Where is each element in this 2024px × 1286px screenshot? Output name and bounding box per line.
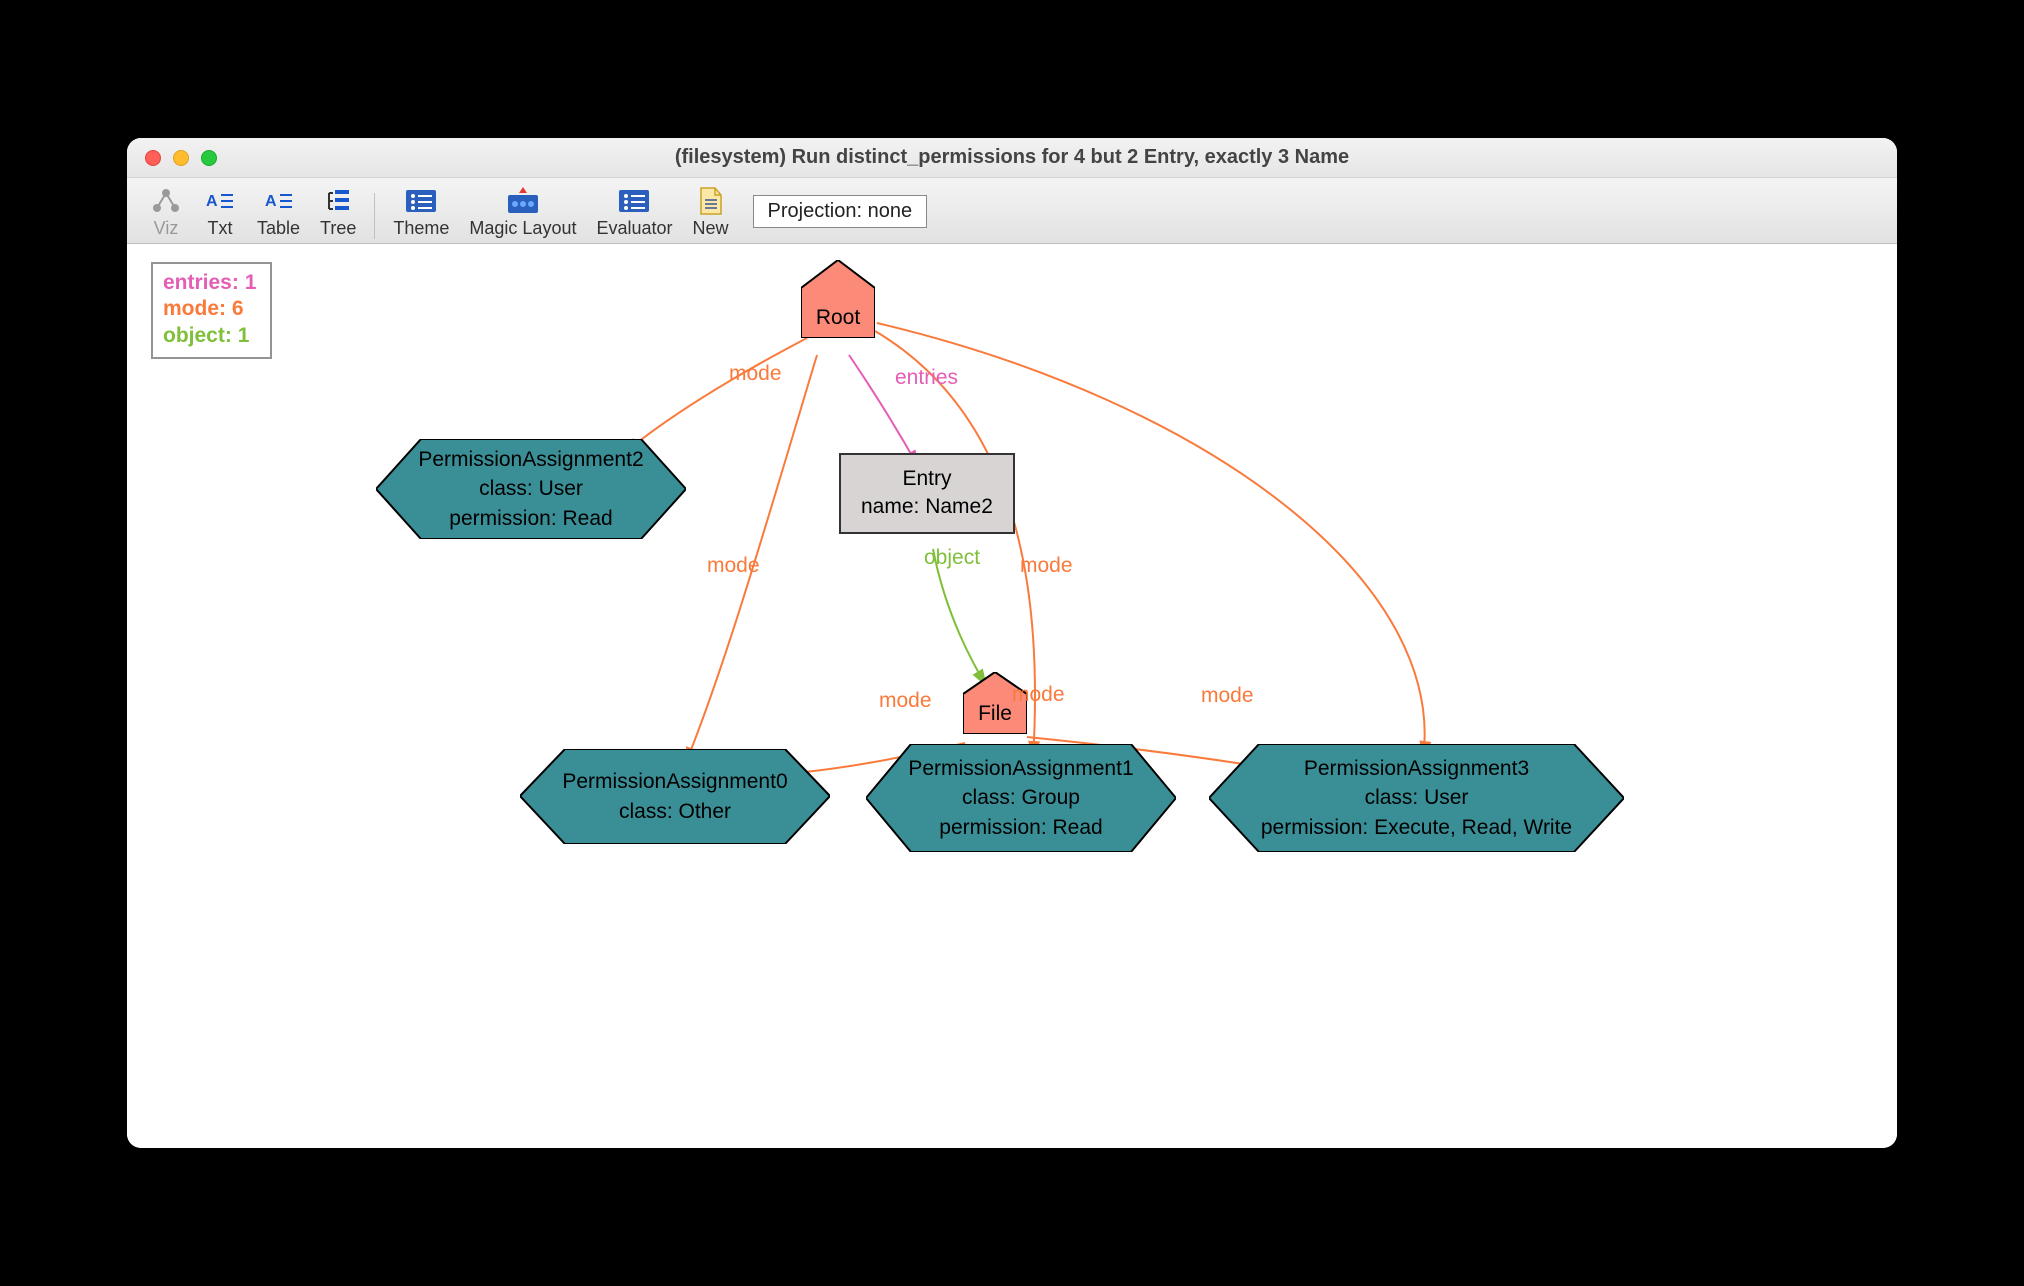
new-icon: [694, 186, 728, 216]
app-window: (filesystem) Run distinct_permissions fo…: [127, 138, 1897, 1148]
toolbar-separator: [374, 193, 375, 239]
legend-entry-mode: mode: 6: [163, 296, 256, 322]
node-line: name: Name2: [861, 493, 993, 521]
node-line: PermissionAssignment2: [418, 445, 643, 474]
theme-icon: [404, 186, 438, 216]
view-viz-button[interactable]: Viz: [139, 184, 193, 239]
toolbar: Viz A Txt A Table Tree Theme: [127, 178, 1897, 244]
legend-box: entries: 1 mode: 6 object: 1: [151, 262, 272, 359]
window-zoom-button[interactable]: [201, 150, 217, 166]
traffic-lights: [145, 150, 217, 166]
node-line: permission: Read: [418, 504, 643, 533]
node-line: class: Group: [908, 783, 1133, 812]
view-txt-button[interactable]: A Txt: [193, 184, 247, 239]
edge-label-object: object: [924, 546, 980, 570]
evaluator-button[interactable]: Evaluator: [586, 184, 682, 239]
graph-canvas[interactable]: entries: 1 mode: 6 object: 1: [127, 244, 1897, 1148]
toolbar-label: Evaluator: [596, 218, 672, 239]
toolbar-label: Table: [257, 218, 300, 239]
node-line: PermissionAssignment1: [908, 754, 1133, 783]
table-icon: A: [262, 186, 296, 216]
edge-label-mode: mode: [1020, 554, 1073, 578]
projection-selector[interactable]: Projection: none: [753, 195, 928, 228]
edge-label-mode: mode: [1201, 684, 1254, 708]
toolbar-label: Tree: [320, 218, 356, 239]
edge-label-mode: mode: [707, 554, 760, 578]
node-line: PermissionAssignment3: [1261, 754, 1572, 783]
node-entry[interactable]: Entry name: Name2: [839, 453, 1015, 534]
edge-label-mode: mode: [879, 689, 932, 713]
node-root[interactable]: Root: [801, 260, 875, 338]
node-line: class: User: [1261, 783, 1572, 812]
node-line: permission: Read: [908, 813, 1133, 842]
toolbar-label: Txt: [208, 218, 233, 239]
titlebar: (filesystem) Run distinct_permissions fo…: [127, 138, 1897, 178]
viz-icon: [149, 186, 183, 216]
node-line: class: Other: [562, 797, 787, 826]
node-permission-assignment-2[interactable]: PermissionAssignment2 class: User permis…: [376, 439, 686, 539]
edge-label-mode: mode: [729, 362, 782, 386]
node-label: File: [978, 702, 1012, 726]
toolbar-label: New: [693, 218, 729, 239]
txt-icon: A: [203, 186, 237, 216]
svg-text:A: A: [206, 193, 218, 210]
node-line: permission: Execute, Read, Write: [1261, 813, 1572, 842]
tree-icon: [321, 186, 355, 216]
edge-label-entries: entries: [895, 366, 958, 390]
evaluator-icon: [617, 186, 651, 216]
toolbar-label: Theme: [393, 218, 449, 239]
view-tree-button[interactable]: Tree: [310, 184, 366, 239]
new-button[interactable]: New: [683, 184, 739, 239]
node-line: PermissionAssignment0: [562, 767, 787, 796]
svg-text:A: A: [265, 193, 277, 210]
node-permission-assignment-3[interactable]: PermissionAssignment3 class: User permis…: [1209, 744, 1624, 852]
legend-entry-object: object: 1: [163, 323, 256, 349]
node-permission-assignment-0[interactable]: PermissionAssignment0 class: Other: [520, 749, 830, 844]
node-label: Root: [816, 306, 860, 330]
node-line: Entry: [861, 465, 993, 493]
node-line: class: User: [418, 474, 643, 503]
toolbar-label: Magic Layout: [469, 218, 576, 239]
window-title: (filesystem) Run distinct_permissions fo…: [675, 146, 1349, 169]
theme-button[interactable]: Theme: [383, 184, 459, 239]
window-minimize-button[interactable]: [173, 150, 189, 166]
magic-layout-button[interactable]: Magic Layout: [459, 184, 586, 239]
toolbar-label: Viz: [154, 218, 179, 239]
legend-entry-entries: entries: 1: [163, 270, 256, 296]
window-close-button[interactable]: [145, 150, 161, 166]
node-permission-assignment-1[interactable]: PermissionAssignment1 class: Group permi…: [866, 744, 1176, 852]
magic-layout-icon: [506, 186, 540, 216]
edge-label-mode: mode: [1012, 683, 1065, 707]
view-table-button[interactable]: A Table: [247, 184, 310, 239]
